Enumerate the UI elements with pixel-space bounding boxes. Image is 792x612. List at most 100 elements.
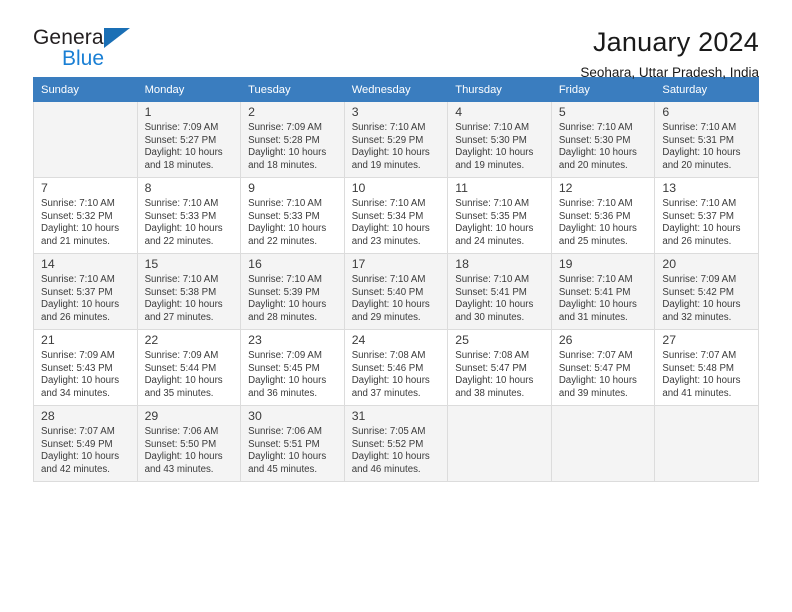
day-number: 24 xyxy=(351,333,366,347)
day-cell-content: 20 Sunrise: 7:09 AM Sunset: 5:42 PM Dayli… xyxy=(655,254,758,328)
day-cell-content: 18 Sunrise: 7:10 AM Sunset: 5:41 PM Dayli… xyxy=(448,254,551,328)
day-cell-content: 27 Sunrise: 7:07 AM Sunset: 5:48 PM Dayli… xyxy=(655,330,758,404)
calendar-day-cell[interactable]: 2 Sunrise: 7:09 AM Sunset: 5:28 PM Daylig… xyxy=(240,101,345,178)
calendar-day-cell[interactable]: 15 Sunrise: 7:10 AM Sunset: 5:38 PM Dayli… xyxy=(136,253,242,330)
calendar-day-cell[interactable]: 18 Sunrise: 7:10 AM Sunset: 5:41 PM Dayli… xyxy=(447,253,552,330)
day-cell-content: 17 Sunrise: 7:10 AM Sunset: 5:40 PM Dayli… xyxy=(345,254,448,328)
calendar-day-cell[interactable]: 22 Sunrise: 7:09 AM Sunset: 5:44 PM Dayli… xyxy=(136,329,242,406)
day-number: 22 xyxy=(144,333,159,347)
calendar-day-cell[interactable]: 30 Sunrise: 7:06 AM Sunset: 5:51 PM Dayli… xyxy=(240,405,345,482)
day-number: 21 xyxy=(41,333,55,347)
calendar-week-row: 28 Sunrise: 7:07 AM Sunset: 5:49 PM Dayli… xyxy=(33,405,759,482)
calendar-day-cell[interactable]: 20 Sunrise: 7:09 AM Sunset: 5:42 PM Dayli… xyxy=(654,253,759,330)
calendar-day-cell[interactable]: 28 Sunrise: 7:07 AM Sunset: 5:49 PM Dayli… xyxy=(33,405,138,482)
logo-text-blue: Blue xyxy=(62,47,105,70)
day-number: 9 xyxy=(248,181,255,195)
calendar-day-cell[interactable]: 3 Sunrise: 7:10 AM Sunset: 5:29 PM Daylig… xyxy=(343,101,449,178)
day-cell-content: 13 Sunrise: 7:10 AM Sunset: 5:37 PM Dayli… xyxy=(655,178,758,252)
day-number: 23 xyxy=(248,333,262,347)
day-sun-info: Sunrise: 7:07 AM Sunset: 5:49 PM Dayligh… xyxy=(41,426,120,475)
calendar-day-cell[interactable]: 1 Sunrise: 7:09 AM Sunset: 5:27 PM Daylig… xyxy=(136,101,242,178)
day-number: 19 xyxy=(558,257,573,271)
day-sun-info: Sunrise: 7:07 AM Sunset: 5:47 PM Dayligh… xyxy=(558,350,637,399)
weekday-header-sunday: Sunday xyxy=(33,77,138,102)
day-number: 31 xyxy=(351,409,366,423)
day-sun-info: Sunrise: 7:09 AM Sunset: 5:42 PM Dayligh… xyxy=(662,274,741,323)
day-sun-info: Sunrise: 7:10 AM Sunset: 5:30 PM Dayligh… xyxy=(455,122,534,171)
calendar-day-cell[interactable]: 7 Sunrise: 7:10 AM Sunset: 5:32 PM Daylig… xyxy=(33,177,138,254)
calendar-week-row: 7 Sunrise: 7:10 AM Sunset: 5:32 PM Daylig… xyxy=(33,177,759,254)
day-sun-info: Sunrise: 7:09 AM Sunset: 5:27 PM Dayligh… xyxy=(144,122,223,171)
day-sun-info: Sunrise: 7:09 AM Sunset: 5:28 PM Dayligh… xyxy=(248,122,327,171)
calendar-cell-empty xyxy=(33,101,138,178)
calendar-day-cell[interactable]: 12 Sunrise: 7:10 AM Sunset: 5:36 PM Dayli… xyxy=(550,177,656,254)
calendar-day-cell[interactable]: 16 Sunrise: 7:10 AM Sunset: 5:39 PM Dayli… xyxy=(240,253,345,330)
day-cell-content: 5 Sunrise: 7:10 AM Sunset: 5:30 PM Daylig… xyxy=(552,102,655,176)
calendar-day-cell[interactable]: 4 Sunrise: 7:10 AM Sunset: 5:30 PM Daylig… xyxy=(447,101,552,178)
day-cell-content: 16 Sunrise: 7:10 AM Sunset: 5:39 PM Dayli… xyxy=(241,254,344,328)
day-sun-info: Sunrise: 7:09 AM Sunset: 5:44 PM Dayligh… xyxy=(144,350,223,399)
calendar-day-cell[interactable]: 31 Sunrise: 7:05 AM Sunset: 5:52 PM Dayli… xyxy=(343,405,449,482)
calendar-day-cell[interactable]: 9 Sunrise: 7:10 AM Sunset: 5:33 PM Daylig… xyxy=(240,177,345,254)
calendar-day-cell[interactable]: 14 Sunrise: 7:10 AM Sunset: 5:37 PM Dayli… xyxy=(33,253,138,330)
day-sun-info: Sunrise: 7:10 AM Sunset: 5:32 PM Dayligh… xyxy=(41,198,120,247)
day-cell-content: 9 Sunrise: 7:10 AM Sunset: 5:33 PM Daylig… xyxy=(241,178,344,252)
day-sun-info: Sunrise: 7:10 AM Sunset: 5:40 PM Dayligh… xyxy=(351,274,430,323)
day-cell-content: 11 Sunrise: 7:10 AM Sunset: 5:35 PM Dayli… xyxy=(448,178,551,252)
day-number: 6 xyxy=(662,105,670,119)
day-sun-info: Sunrise: 7:10 AM Sunset: 5:41 PM Dayligh… xyxy=(558,274,637,323)
day-number: 4 xyxy=(455,105,463,119)
calendar-day-cell[interactable]: 24 Sunrise: 7:08 AM Sunset: 5:46 PM Dayli… xyxy=(343,329,449,406)
calendar-page: General Blue January 2024 Seohara, Uttar… xyxy=(0,0,792,612)
calendar-cell-empty xyxy=(654,405,759,482)
day-number: 11 xyxy=(455,181,469,195)
day-number: 25 xyxy=(455,333,469,347)
calendar-day-cell[interactable]: 21 Sunrise: 7:09 AM Sunset: 5:43 PM Dayli… xyxy=(33,329,138,406)
day-cell-content: 3 Sunrise: 7:10 AM Sunset: 5:29 PM Daylig… xyxy=(345,102,448,176)
page-subtitle: Seohara, Uttar Pradesh, India xyxy=(580,65,759,80)
calendar-body: 1 Sunrise: 7:09 AM Sunset: 5:27 PM Daylig… xyxy=(33,101,759,482)
day-sun-info: Sunrise: 7:10 AM Sunset: 5:41 PM Dayligh… xyxy=(455,274,534,323)
day-sun-info: Sunrise: 7:09 AM Sunset: 5:43 PM Dayligh… xyxy=(41,350,120,399)
calendar-day-cell[interactable]: 26 Sunrise: 7:07 AM Sunset: 5:47 PM Dayli… xyxy=(550,329,656,406)
calendar-day-cell[interactable]: 19 Sunrise: 7:10 AM Sunset: 5:41 PM Dayli… xyxy=(550,253,656,330)
day-sun-info: Sunrise: 7:10 AM Sunset: 5:36 PM Dayligh… xyxy=(558,198,637,247)
page-header: General Blue January 2024 Seohara, Uttar… xyxy=(33,0,759,80)
day-number: 27 xyxy=(662,333,677,347)
calendar-day-cell[interactable]: 8 Sunrise: 7:10 AM Sunset: 5:33 PM Daylig… xyxy=(136,177,242,254)
day-cell-content: 8 Sunrise: 7:10 AM Sunset: 5:33 PM Daylig… xyxy=(138,178,241,252)
day-number: 29 xyxy=(144,409,159,423)
calendar-day-cell[interactable]: 23 Sunrise: 7:09 AM Sunset: 5:45 PM Dayli… xyxy=(240,329,345,406)
logo-triangle-icon xyxy=(104,28,130,48)
day-sun-info: Sunrise: 7:10 AM Sunset: 5:29 PM Dayligh… xyxy=(351,122,430,171)
day-cell-content: 28 Sunrise: 7:07 AM Sunset: 5:49 PM Dayli… xyxy=(34,406,137,480)
calendar-day-cell[interactable]: 11 Sunrise: 7:10 AM Sunset: 5:35 PM Dayli… xyxy=(447,177,552,254)
day-number: 2 xyxy=(248,105,255,119)
day-sun-info: Sunrise: 7:10 AM Sunset: 5:39 PM Dayligh… xyxy=(248,274,327,323)
day-number: 30 xyxy=(248,409,262,423)
title-block: January 2024 Seohara, Uttar Pradesh, Ind… xyxy=(580,26,759,82)
day-cell-content: 29 Sunrise: 7:06 AM Sunset: 5:50 PM Dayli… xyxy=(138,406,241,480)
calendar-day-cell[interactable]: 10 Sunrise: 7:10 AM Sunset: 5:34 PM Dayli… xyxy=(343,177,449,254)
calendar-day-cell[interactable]: 5 Sunrise: 7:10 AM Sunset: 5:30 PM Daylig… xyxy=(550,101,656,178)
day-number: 15 xyxy=(144,257,159,271)
calendar-day-cell[interactable]: 27 Sunrise: 7:07 AM Sunset: 5:48 PM Dayli… xyxy=(654,329,759,406)
calendar-day-cell[interactable]: 17 Sunrise: 7:10 AM Sunset: 5:40 PM Dayli… xyxy=(343,253,449,330)
calendar-day-cell[interactable]: 29 Sunrise: 7:06 AM Sunset: 5:50 PM Dayli… xyxy=(136,405,242,482)
calendar-day-cell[interactable]: 25 Sunrise: 7:08 AM Sunset: 5:47 PM Dayli… xyxy=(447,329,552,406)
day-cell-content: 21 Sunrise: 7:09 AM Sunset: 5:43 PM Dayli… xyxy=(34,330,137,404)
day-number: 3 xyxy=(351,105,359,119)
day-number: 12 xyxy=(558,181,573,195)
day-number: 16 xyxy=(248,257,262,271)
day-cell-content: 4 Sunrise: 7:10 AM Sunset: 5:30 PM Daylig… xyxy=(448,102,551,176)
general-blue-logo[interactable]: General Blue xyxy=(33,26,141,70)
day-number: 17 xyxy=(351,257,366,271)
day-cell-content: 10 Sunrise: 7:10 AM Sunset: 5:34 PM Dayli… xyxy=(345,178,448,252)
calendar-week-row: 21 Sunrise: 7:09 AM Sunset: 5:43 PM Dayli… xyxy=(33,329,759,406)
weekday-header-thursday: Thursday xyxy=(447,77,552,102)
day-cell-content: 24 Sunrise: 7:08 AM Sunset: 5:46 PM Dayli… xyxy=(345,330,448,404)
day-cell-content: 26 Sunrise: 7:07 AM Sunset: 5:47 PM Dayli… xyxy=(552,330,655,404)
day-cell-content: 1 Sunrise: 7:09 AM Sunset: 5:27 PM Daylig… xyxy=(138,102,241,176)
calendar-day-cell[interactable]: 13 Sunrise: 7:10 AM Sunset: 5:37 PM Dayli… xyxy=(654,177,759,254)
calendar-day-cell[interactable]: 6 Sunrise: 7:10 AM Sunset: 5:31 PM Daylig… xyxy=(654,101,759,178)
